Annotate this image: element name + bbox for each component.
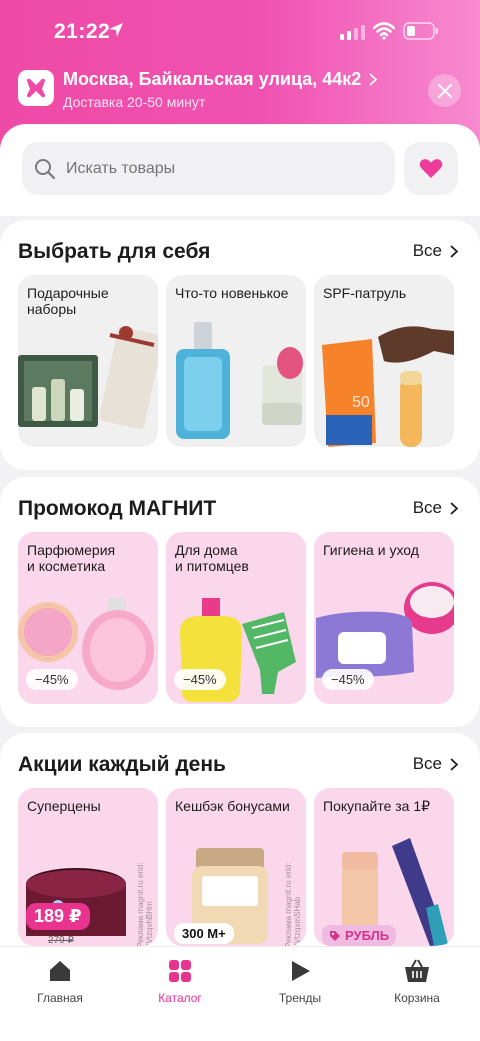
deal-card-one-ruble[interactable]: Покупайте за 1₽ РУБЛЬ — [314, 788, 454, 946]
discount-badge: −45% — [174, 669, 226, 690]
chevron-right-icon — [450, 501, 458, 515]
card-label: Парфюмерия и косметика — [27, 542, 116, 574]
card-label: Подарочные наборы — [27, 285, 109, 317]
see-all-link[interactable]: Все — [413, 498, 458, 518]
basket-icon — [405, 959, 429, 982]
section-promocode: Промокод МАГНИТ Все Парфюмерия и космети… — [0, 477, 480, 727]
tab-label: Каталог — [158, 991, 202, 1005]
tab-label: Главная — [37, 991, 83, 1005]
battery-icon — [403, 22, 438, 40]
section-title: Акции каждый день — [18, 753, 226, 776]
promo-card-hygiene[interactable]: Гигиена и уход −45% — [314, 532, 454, 704]
chevron-right-icon — [450, 757, 458, 771]
status-bar: 21:22 — [0, 18, 480, 48]
card-label: Для дома и питомцев — [175, 542, 249, 574]
cellular-signal-icon — [340, 25, 365, 40]
address-line: Москва, Байкальская улица, 44к2 — [63, 69, 362, 89]
play-icon — [292, 961, 310, 981]
card-label: Покупайте за 1₽ — [323, 798, 431, 814]
section-choose-for-yourself: Выбрать для себя Все Подарочные наборы Ч… — [0, 220, 480, 470]
promo-card-home-pets[interactable]: Для дома и питомцев −45% — [166, 532, 306, 704]
status-time: 21:22 — [54, 20, 111, 43]
chevron-right-icon — [369, 73, 378, 86]
category-card-spf[interactable]: 50 SPF-патруль — [314, 275, 454, 447]
magnit-logo — [18, 70, 54, 106]
bottom-tab-bar: Главная Каталог Тренды Корзина — [0, 946, 480, 1041]
tab-home[interactable]: Главная — [5, 957, 115, 1005]
promo-card-perfumery[interactable]: Парфюмерия и косметика −45% — [18, 532, 158, 704]
card-label: Суперцены — [27, 798, 101, 814]
tag-icon — [330, 930, 340, 941]
card-label: Что-то новенькое — [175, 285, 289, 301]
search-input[interactable] — [66, 159, 366, 178]
category-card-gift-sets[interactable]: Подарочные наборы — [18, 275, 158, 447]
home-icon — [50, 961, 70, 981]
see-all-label: Все — [412, 498, 442, 517]
section-title: Промокод МАГНИТ — [18, 497, 217, 520]
tab-label: Тренды — [278, 991, 322, 1005]
see-all-link[interactable]: Все — [413, 241, 458, 261]
svg-text:50: 50 — [352, 394, 370, 411]
ruble-tag-badge: РУБЛЬ — [322, 925, 397, 946]
old-price: 279 ₽ — [48, 935, 74, 946]
location-arrow-icon — [109, 23, 123, 37]
search-icon — [35, 158, 56, 179]
see-all-label: Все — [412, 241, 442, 260]
discount-badge: −45% — [26, 669, 78, 690]
heart-icon — [419, 159, 443, 178]
wifi-icon — [373, 22, 395, 40]
tab-label: Корзина — [394, 991, 440, 1005]
category-card-new[interactable]: Что-то новенькое — [166, 275, 306, 447]
tab-cart[interactable]: Корзина — [362, 957, 472, 1005]
price-badge: 189 ₽ — [26, 903, 90, 930]
close-icon — [437, 83, 452, 98]
catalog-icon — [169, 960, 191, 982]
deal-card-cashback[interactable]: Кешбэк бонусами Реклама magnit.ru erid: … — [166, 788, 306, 946]
bonus-badge: 300 М+ — [174, 923, 234, 944]
search-card — [0, 124, 480, 216]
ruble-tag-label: РУБЛЬ — [345, 928, 390, 943]
discount-badge: −45% — [322, 669, 374, 690]
card-label: Кешбэк бонусами — [175, 798, 290, 814]
card-label: SPF-патруль — [323, 285, 407, 301]
close-button[interactable] — [428, 74, 461, 107]
search-box[interactable] — [22, 142, 395, 195]
favorites-button[interactable] — [404, 142, 458, 195]
tab-catalog[interactable]: Каталог — [125, 957, 235, 1005]
deal-card-super-prices[interactable]: Суперцены Реклама magnit.ru erid: 2Vtzqv… — [18, 788, 158, 946]
delivery-time: Доставка 20-50 минут — [63, 94, 206, 110]
ad-disclaimer: Реклама magnit.ru erid: 2VtzqvhBHm — [136, 862, 154, 946]
tab-trends[interactable]: Тренды — [245, 957, 355, 1005]
card-label: Гигиена и уход — [323, 542, 419, 558]
section-title: Выбрать для себя — [18, 240, 211, 263]
delivery-address[interactable]: Москва, Байкальская улица, 44к2 Доставка… — [63, 69, 378, 110]
see-all-label: Все — [412, 754, 442, 773]
see-all-link[interactable]: Все — [413, 754, 458, 774]
ad-disclaimer: Реклама magnit.ru erid: 2VtzqxmSHab — [284, 862, 302, 946]
chevron-right-icon — [450, 244, 458, 258]
